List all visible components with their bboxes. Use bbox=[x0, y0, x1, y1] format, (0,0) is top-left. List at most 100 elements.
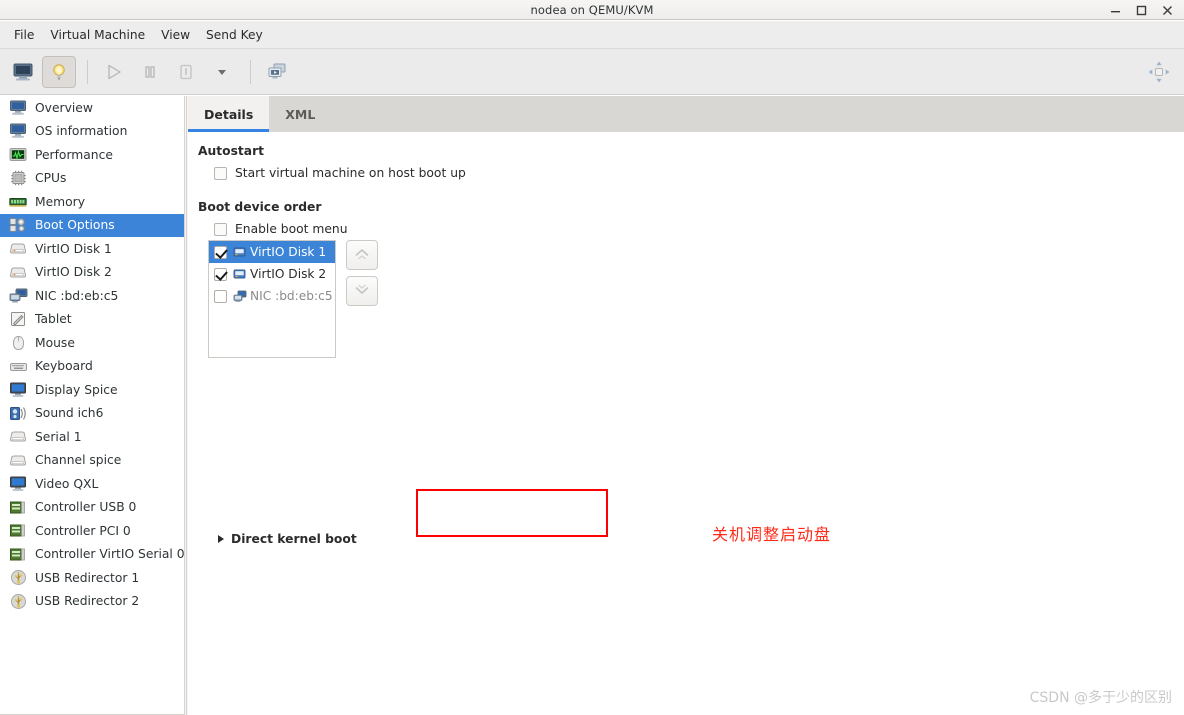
boot-device-row[interactable]: NIC :bd:eb:c5 bbox=[209, 285, 335, 307]
sidebar-item-boot-options[interactable]: Boot Options bbox=[0, 213, 184, 237]
toolbar bbox=[0, 49, 1184, 95]
snapshots-icon[interactable] bbox=[260, 56, 294, 88]
pause-icon[interactable] bbox=[133, 56, 167, 88]
sidebar-item-virtio-disk-2[interactable]: VirtIO Disk 2 bbox=[0, 261, 184, 285]
controller-card-icon bbox=[8, 498, 28, 516]
sidebar-item-label: Channel spice bbox=[35, 453, 122, 468]
hardware-sidebar[interactable]: Overview OS information Performance CPUs… bbox=[0, 96, 185, 715]
boot-device-list[interactable]: VirtIO Disk 1 VirtIO Disk 2 NIC:bd:eb:c… bbox=[208, 240, 336, 358]
sidebar-item-tablet[interactable]: Tablet bbox=[0, 308, 184, 332]
sound-icon bbox=[8, 404, 28, 422]
controller-card-icon bbox=[8, 545, 28, 563]
serial-icon bbox=[8, 451, 28, 469]
sidebar-item-display-spice[interactable]: Display Spice bbox=[0, 378, 184, 402]
window-controls bbox=[1102, 0, 1180, 20]
sidebar-item-nic[interactable]: NIC :bd:eb:c5 bbox=[0, 284, 184, 308]
minimize-button[interactable] bbox=[1102, 0, 1128, 20]
boot-options-form: Autostart Start virtual machine on host … bbox=[188, 132, 1184, 715]
tab-xml[interactable]: XML bbox=[269, 96, 331, 132]
sidebar-item-channel-spice[interactable]: Channel spice bbox=[0, 449, 184, 473]
shutdown-icon[interactable] bbox=[169, 56, 203, 88]
sidebar-item-label: VirtIO Disk 1 bbox=[35, 241, 112, 256]
boot-device-checkbox[interactable] bbox=[214, 245, 227, 259]
move-device-up-button[interactable] bbox=[346, 240, 378, 270]
autostart-checkbox[interactable] bbox=[214, 166, 227, 180]
direct-kernel-boot-label: Direct kernel boot bbox=[231, 532, 357, 546]
sidebar-item-performance[interactable]: Performance bbox=[0, 143, 184, 167]
boot-device-row[interactable]: VirtIO Disk 2 bbox=[209, 263, 335, 285]
tab-details[interactable]: Details bbox=[188, 96, 270, 132]
sidebar-item-label: Controller USB 0 bbox=[35, 500, 137, 515]
boot-reorder-buttons bbox=[346, 240, 378, 312]
menu-view[interactable]: View bbox=[153, 25, 198, 45]
content-area: Overview OS information Performance CPUs… bbox=[0, 96, 1184, 715]
sidebar-item-usb-redirector-2[interactable]: USB Redirector 2 bbox=[0, 590, 184, 614]
menubar: File Virtual Machine View Send Key bbox=[0, 21, 1184, 49]
sidebar-item-controller-usb-0[interactable]: Controller USB 0 bbox=[0, 496, 184, 520]
display-icon bbox=[8, 381, 28, 399]
sidebar-item-label: USB Redirector 2 bbox=[35, 594, 140, 609]
sidebar-item-keyboard[interactable]: Keyboard bbox=[0, 355, 184, 379]
sidebar-item-mouse[interactable]: Mouse bbox=[0, 331, 184, 355]
sidebar-item-label: USB Redirector 1 bbox=[35, 570, 140, 585]
sidebar-item-label: Controller VirtIO Serial 0 bbox=[35, 547, 185, 562]
details-view-icon[interactable] bbox=[42, 55, 76, 88]
shutdown-menu-arrow-icon[interactable] bbox=[205, 56, 239, 88]
sidebar-item-sound-ich6[interactable]: Sound ich6 bbox=[0, 402, 184, 426]
display-icon bbox=[8, 475, 28, 493]
autostart-heading: Autostart bbox=[198, 144, 265, 158]
sidebar-item-label: Memory bbox=[35, 194, 86, 209]
mouse-icon bbox=[8, 334, 28, 352]
close-button[interactable] bbox=[1154, 0, 1180, 20]
boot-device-checkbox[interactable] bbox=[214, 267, 227, 281]
sidebar-item-overview[interactable]: Overview bbox=[0, 96, 184, 120]
console-view-icon[interactable] bbox=[6, 56, 40, 88]
sidebar-item-os-information[interactable]: OS information bbox=[0, 120, 184, 144]
sidebar-item-label: Video QXL bbox=[35, 476, 99, 491]
serial-icon bbox=[8, 428, 28, 446]
move-device-down-button[interactable] bbox=[346, 276, 378, 306]
sidebar-item-label: Serial 1 bbox=[35, 429, 82, 444]
sidebar-item-usb-redirector-1[interactable]: USB Redirector 1 bbox=[0, 566, 184, 590]
fullscreen-icon[interactable] bbox=[1142, 56, 1176, 88]
sidebar-item-controller-pci-0[interactable]: Controller PCI 0 bbox=[0, 519, 184, 543]
menu-virtual-machine[interactable]: Virtual Machine bbox=[42, 25, 153, 45]
enable-boot-menu-row[interactable]: Enable boot menu bbox=[214, 222, 1184, 236]
boot-device-row[interactable]: VirtIO Disk 1 bbox=[209, 241, 335, 263]
tabstrip: Details XML bbox=[188, 96, 1184, 132]
sidebar-item-controller-virtio-serial-0[interactable]: Controller VirtIO Serial 0 bbox=[0, 543, 184, 567]
sidebar-item-memory[interactable]: Memory bbox=[0, 190, 184, 214]
direct-kernel-boot-expander[interactable]: Direct kernel boot bbox=[218, 532, 357, 546]
usb-icon bbox=[8, 569, 28, 587]
chevron-down-icon bbox=[355, 284, 369, 294]
boot-device-order-section: Boot device order Enable boot menu VirtI… bbox=[198, 200, 1184, 546]
memory-stick-icon bbox=[8, 193, 28, 211]
disk-small-icon bbox=[232, 267, 247, 281]
menu-file[interactable]: File bbox=[6, 25, 42, 45]
sidebar-item-label: CPUs bbox=[35, 171, 67, 186]
maximize-button[interactable] bbox=[1128, 0, 1154, 20]
autostart-section: Autostart Start virtual machine on host … bbox=[198, 144, 1184, 180]
sidebar-item-virtio-disk-1[interactable]: VirtIO Disk 1 bbox=[0, 237, 184, 261]
tablet-pen-icon bbox=[8, 310, 28, 328]
tab-label: XML bbox=[285, 106, 316, 122]
sidebar-item-video-qxl[interactable]: Video QXL bbox=[0, 472, 184, 496]
menu-send-key[interactable]: Send Key bbox=[198, 25, 271, 45]
run-icon[interactable] bbox=[97, 56, 131, 88]
annotation-red-note: 关机调整启动盘 bbox=[712, 525, 832, 544]
toolbar-separator-1 bbox=[87, 59, 88, 84]
window-title: nodea on QEMU/KVM bbox=[530, 2, 654, 17]
sidebar-item-cpus[interactable]: CPUs bbox=[0, 167, 184, 191]
sidebar-item-label: Performance bbox=[35, 147, 113, 162]
performance-graph-icon bbox=[8, 146, 28, 164]
sidebar-item-label: Overview bbox=[35, 100, 93, 115]
boot-device-checkbox[interactable] bbox=[214, 289, 227, 303]
enable-boot-menu-checkbox[interactable] bbox=[214, 222, 227, 236]
watermark: CSDN @多于少的区别 bbox=[1029, 690, 1172, 706]
monitor-icon bbox=[8, 99, 28, 117]
autostart-checkbox-row[interactable]: Start virtual machine on host boot up bbox=[214, 166, 1184, 180]
sidebar-item-label: NIC :bd:eb:c5 bbox=[35, 288, 119, 303]
sidebar-item-serial-1[interactable]: Serial 1 bbox=[0, 425, 184, 449]
sidebar-item-label: Sound ich6 bbox=[35, 406, 104, 421]
chevron-up-icon bbox=[355, 249, 369, 260]
